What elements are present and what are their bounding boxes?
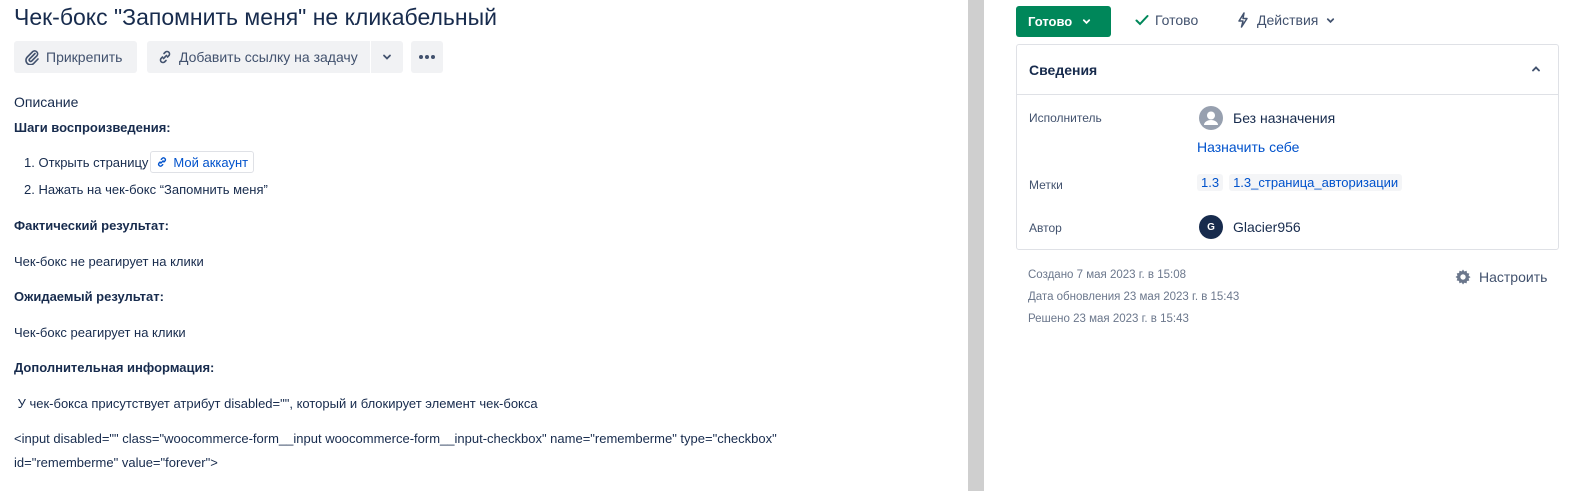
actions-dropdown-button[interactable]: Действия xyxy=(1236,12,1336,28)
link-icon xyxy=(158,157,167,167)
my-account-link[interactable]: Мой аккаунт xyxy=(150,151,255,173)
step-1-text: 1. Открыть страницу xyxy=(24,154,149,170)
actual-heading: Фактический результат: xyxy=(14,218,169,233)
attach-button-label: Прикрепить xyxy=(46,49,123,65)
attach-button[interactable]: Прикрепить xyxy=(14,41,137,73)
details-panel: Сведения Исполнитель Без назначения Назн… xyxy=(1016,44,1559,250)
more-actions-button[interactable] xyxy=(411,41,443,73)
actions-label: Действия xyxy=(1257,12,1319,28)
link-issue-dropdown-button[interactable] xyxy=(371,41,403,73)
created-date: Создано 7 мая 2023 г. в 15:08 xyxy=(1028,269,1186,281)
configure-label: Настроить xyxy=(1479,269,1548,285)
expected-text: Чек-бокс реагирует на клики xyxy=(14,325,186,340)
done-transition-button[interactable]: Готово xyxy=(1134,12,1198,28)
description-label: Описание xyxy=(14,94,79,110)
author-label: Автор xyxy=(1029,221,1062,235)
page-title: Чек-бокс "Запомнить меня" не кликабельны… xyxy=(14,4,497,30)
labels-field: 1.3 1.3_страница_авторизации xyxy=(1197,174,1403,191)
step-1: 1. Открыть страницу Мой аккаунт xyxy=(24,151,255,173)
expected-heading: Ожидаемый результат: xyxy=(14,289,164,304)
chevron-down-icon xyxy=(383,54,391,60)
assignee-field[interactable]: Без назначения xyxy=(1199,106,1335,130)
gear-icon xyxy=(1455,269,1471,285)
issue-main-panel: Чек-бокс "Запомнить меня" не кликабельны… xyxy=(0,0,968,491)
avatar: G xyxy=(1199,215,1223,239)
panel-divider[interactable] xyxy=(968,0,984,491)
author-field[interactable]: G Glacier956 xyxy=(1199,215,1301,239)
link-issue-button-label: Добавить ссылку на задачу xyxy=(179,49,358,65)
configure-button[interactable]: Настроить xyxy=(1454,268,1547,286)
code-line-2: id="rememberme" value="forever"> xyxy=(14,455,218,470)
extra-text: У чек-бокса присутствует атрибут disable… xyxy=(14,396,538,411)
chevron-up-icon[interactable] xyxy=(1530,63,1542,75)
details-panel-title: Сведения xyxy=(1029,62,1098,78)
lightning-icon xyxy=(1238,12,1248,28)
step-2: 2. Нажать на чек-бокс “Запомнить меня” xyxy=(24,182,268,197)
my-account-link-label: Мой аккаунт xyxy=(173,154,249,170)
details-panel-header[interactable]: Сведения xyxy=(1017,45,1558,95)
label-chip[interactable]: 1.3 xyxy=(1197,174,1224,191)
updated-date: Дата обновления 23 мая 2023 г. в 15:43 xyxy=(1028,291,1240,303)
issue-sidebar: Готово Готово Действия Сведения Исполнит… xyxy=(984,0,1595,491)
label-chip[interactable]: 1.3_страница_авторизации xyxy=(1229,174,1403,191)
resolved-date: Решено 23 мая 2023 г. в 15:43 xyxy=(1028,313,1189,325)
more-icon xyxy=(419,55,435,59)
labels-label: Метки xyxy=(1029,178,1063,192)
steps-heading: Шаги воспроизведения: xyxy=(14,120,171,135)
extra-heading: Дополнительная информация: xyxy=(14,360,215,375)
author-name: Glacier956 xyxy=(1233,219,1301,235)
link-icon xyxy=(159,50,171,64)
check-icon xyxy=(1135,15,1149,26)
chevron-down-icon xyxy=(1327,17,1335,23)
paperclip-icon xyxy=(25,50,39,65)
done-transition-label: Готово xyxy=(1155,12,1199,28)
assign-to-me-link[interactable]: Назначить себе xyxy=(1197,139,1299,155)
avatar-placeholder-icon xyxy=(1199,106,1223,130)
chevron-down-icon xyxy=(1083,19,1091,25)
code-line-1: <input disabled="" class="woocommerce-fo… xyxy=(14,431,777,446)
link-issue-button[interactable]: Добавить ссылку на задачу xyxy=(147,41,370,73)
status-dropdown-button[interactable]: Готово xyxy=(1016,6,1111,37)
assignee-label: Исполнитель xyxy=(1029,111,1102,125)
status-label: Готово xyxy=(1028,14,1073,29)
actual-text: Чек-бокс не реагирует на клики xyxy=(14,254,204,269)
assignee-value: Без назначения xyxy=(1233,110,1336,126)
